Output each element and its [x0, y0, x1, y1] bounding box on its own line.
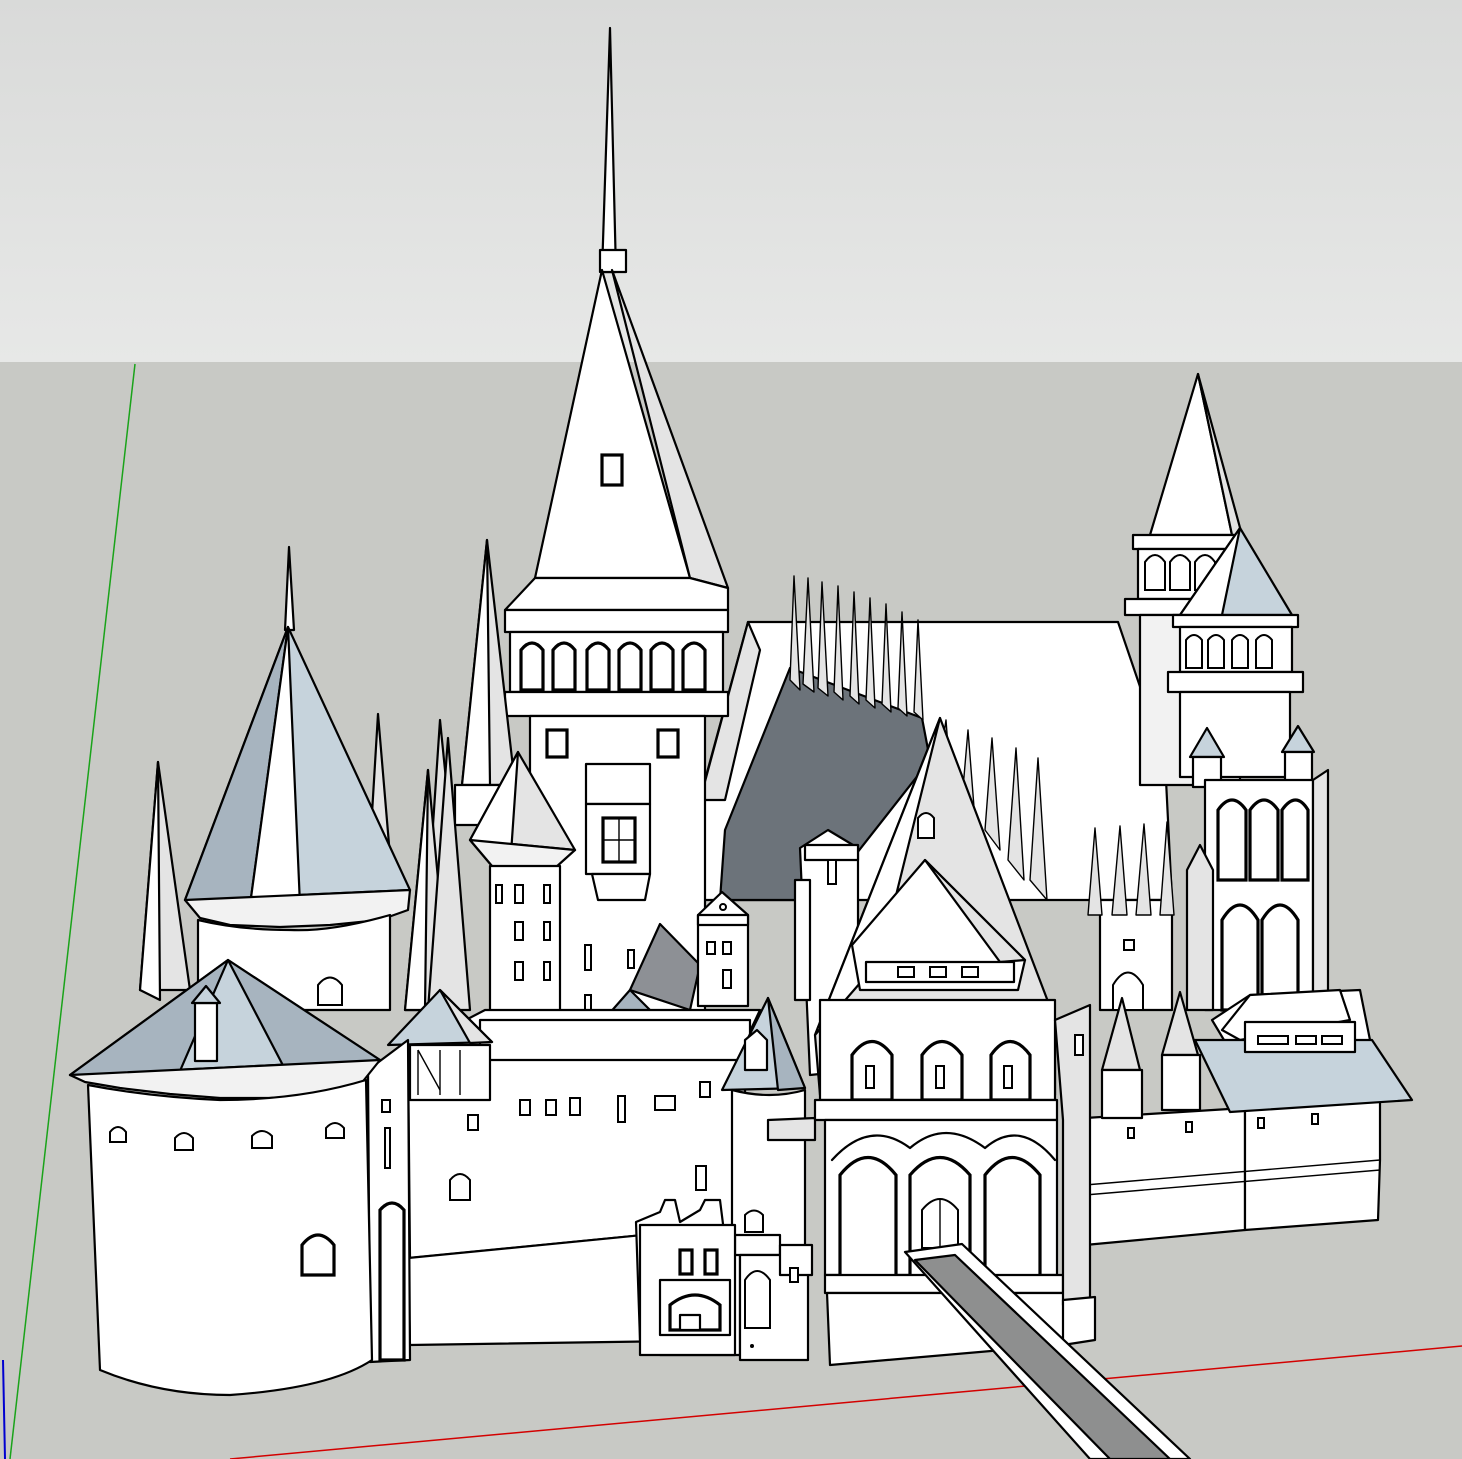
left-narrow-tower[interactable] — [366, 1038, 412, 1364]
right-curtain-wall[interactable] — [1083, 1098, 1382, 1247]
scene-canvas[interactable] — [0, 0, 1462, 1459]
marker-dot — [750, 1344, 754, 1348]
sky — [0, 0, 1462, 362]
modeling-viewport[interactable] — [0, 0, 1462, 1459]
